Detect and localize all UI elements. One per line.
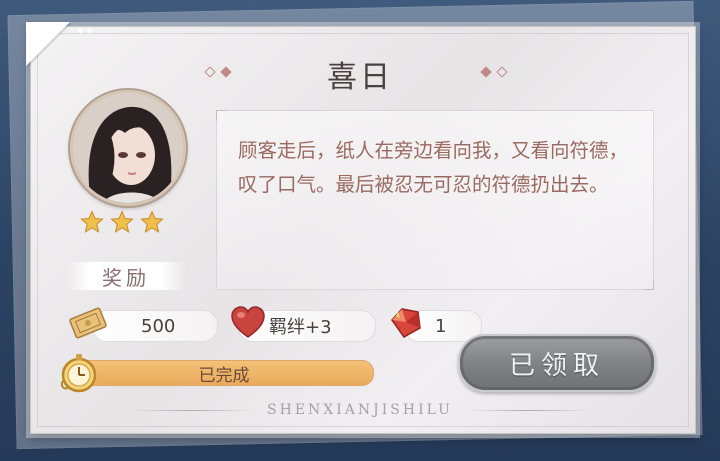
reward-coins-amount: 500 xyxy=(141,315,176,337)
ticket-coin-icon xyxy=(69,307,107,339)
claimed-button[interactable]: 已领取 xyxy=(458,334,656,392)
star-icon xyxy=(110,210,134,233)
story-text: 顾客走后，纸人在旁边看向我，又看向符德，叹了口气。最后被忍无可忍的符德扔出去。 xyxy=(238,139,629,196)
rewards-label: 奖励 xyxy=(66,262,186,290)
footer-line-left xyxy=(130,409,254,411)
reward-gem-amount: 1 xyxy=(435,315,447,337)
heart-bond-icon xyxy=(231,306,265,338)
reward-bond-amount: 羁绊+3 xyxy=(269,317,332,338)
claimed-button-label: 已领取 xyxy=(508,350,605,381)
footer-line-right xyxy=(466,409,590,411)
progress-status: 已完成 xyxy=(198,365,250,386)
footer-brand-row: SHENXIANJISHILU xyxy=(130,402,590,418)
decor-dots xyxy=(76,26,94,35)
card-fold-corner xyxy=(26,22,70,66)
red-gem-icon xyxy=(391,308,421,338)
character-portrait-icon xyxy=(73,93,183,203)
footer-brand: SHENXIANJISHILU xyxy=(267,402,453,418)
title-ornament-right xyxy=(480,66,508,78)
character-avatar xyxy=(70,90,186,206)
star-icon xyxy=(80,210,104,233)
event-title: 喜日 xyxy=(327,60,393,95)
star-icon xyxy=(140,210,164,233)
rarity-stars xyxy=(80,210,164,234)
title-row: 喜日 xyxy=(200,52,520,96)
progress-bar: 已完成 xyxy=(74,360,374,386)
reward-item-coins: 500 xyxy=(92,310,218,342)
stopwatch-icon xyxy=(60,354,97,393)
